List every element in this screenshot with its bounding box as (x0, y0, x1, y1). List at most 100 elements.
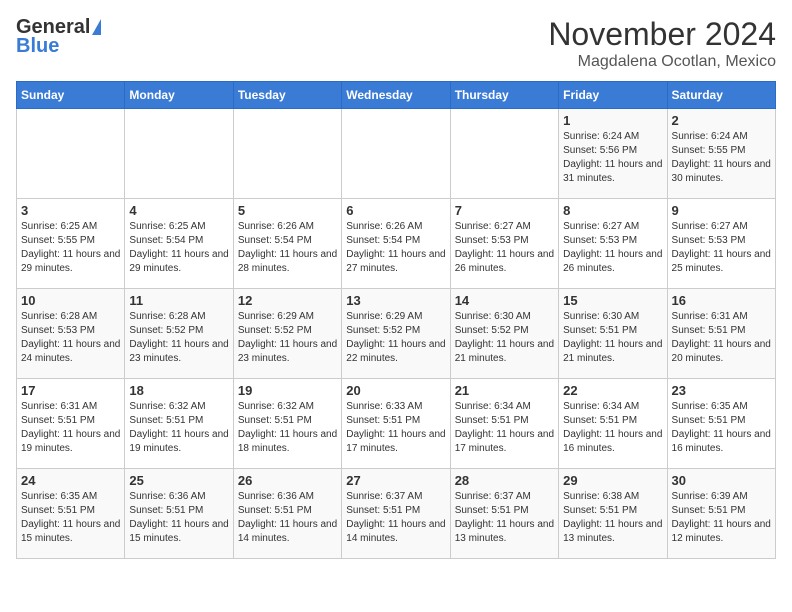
title-area: November 2024 Magdalena Ocotlan, Mexico (548, 16, 776, 71)
logo: General Blue (16, 16, 101, 58)
calendar-body: 1 Sunrise: 6:24 AMSunset: 5:56 PMDaylight… (17, 109, 776, 559)
cell-content: Sunrise: 6:27 AMSunset: 5:53 PMDaylight:… (455, 220, 554, 276)
calendar-table: SundayMondayTuesdayWednesdayThursdayFrid… (16, 81, 776, 559)
cell-content: Sunrise: 6:36 AMSunset: 5:51 PMDaylight:… (238, 490, 337, 546)
header-cell-monday: Monday (125, 82, 233, 109)
cell-content: Sunrise: 6:26 AMSunset: 5:54 PMDaylight:… (238, 220, 337, 276)
day-number: 17 (21, 383, 120, 398)
calendar-cell: 13 Sunrise: 6:29 AMSunset: 5:52 PMDayligh… (342, 289, 450, 379)
cell-content: Sunrise: 6:28 AMSunset: 5:52 PMDaylight:… (129, 310, 228, 366)
calendar-cell: 21 Sunrise: 6:34 AMSunset: 5:51 PMDayligh… (450, 379, 558, 469)
cell-content: Sunrise: 6:31 AMSunset: 5:51 PMDaylight:… (21, 400, 120, 456)
day-number: 24 (21, 473, 120, 488)
cell-content: Sunrise: 6:35 AMSunset: 5:51 PMDaylight:… (672, 400, 771, 456)
calendar-week-1: 1 Sunrise: 6:24 AMSunset: 5:56 PMDaylight… (17, 109, 776, 199)
cell-content: Sunrise: 6:29 AMSunset: 5:52 PMDaylight:… (238, 310, 337, 366)
day-number: 11 (129, 293, 228, 308)
calendar-cell (125, 109, 233, 199)
cell-content: Sunrise: 6:28 AMSunset: 5:53 PMDaylight:… (21, 310, 120, 366)
header-row: SundayMondayTuesdayWednesdayThursdayFrid… (17, 82, 776, 109)
day-number: 12 (238, 293, 337, 308)
day-number: 18 (129, 383, 228, 398)
calendar-cell: 29 Sunrise: 6:38 AMSunset: 5:51 PMDayligh… (559, 469, 667, 559)
calendar-cell: 26 Sunrise: 6:36 AMSunset: 5:51 PMDayligh… (233, 469, 341, 559)
calendar-cell: 11 Sunrise: 6:28 AMSunset: 5:52 PMDayligh… (125, 289, 233, 379)
cell-content: Sunrise: 6:38 AMSunset: 5:51 PMDaylight:… (563, 490, 662, 546)
cell-content: Sunrise: 6:29 AMSunset: 5:52 PMDaylight:… (346, 310, 445, 366)
calendar-cell (17, 109, 125, 199)
header-cell-friday: Friday (559, 82, 667, 109)
cell-content: Sunrise: 6:27 AMSunset: 5:53 PMDaylight:… (563, 220, 662, 276)
day-number: 5 (238, 203, 337, 218)
calendar-cell: 15 Sunrise: 6:30 AMSunset: 5:51 PMDayligh… (559, 289, 667, 379)
calendar-cell: 23 Sunrise: 6:35 AMSunset: 5:51 PMDayligh… (667, 379, 775, 469)
calendar-cell: 2 Sunrise: 6:24 AMSunset: 5:55 PMDaylight… (667, 109, 775, 199)
cell-content: Sunrise: 6:24 AMSunset: 5:56 PMDaylight:… (563, 130, 662, 186)
calendar-cell: 16 Sunrise: 6:31 AMSunset: 5:51 PMDayligh… (667, 289, 775, 379)
calendar-cell: 20Sunrise: 6:33 AMSunset: 5:51 PMDayligh… (342, 379, 450, 469)
day-number: 21 (455, 383, 554, 398)
calendar-cell: 24 Sunrise: 6:35 AMSunset: 5:51 PMDayligh… (17, 469, 125, 559)
cell-content: Sunrise: 6:30 AMSunset: 5:52 PMDaylight:… (455, 310, 554, 366)
calendar-week-5: 24 Sunrise: 6:35 AMSunset: 5:51 PMDayligh… (17, 469, 776, 559)
cell-content: Sunrise: 6:32 AMSunset: 5:51 PMDaylight:… (129, 400, 228, 456)
day-number: 16 (672, 293, 771, 308)
day-number: 4 (129, 203, 228, 218)
calendar-cell: 12 Sunrise: 6:29 AMSunset: 5:52 PMDayligh… (233, 289, 341, 379)
calendar-cell: 14Sunrise: 6:30 AMSunset: 5:52 PMDayligh… (450, 289, 558, 379)
day-number: 2 (672, 113, 771, 128)
calendar-cell: 25 Sunrise: 6:36 AMSunset: 5:51 PMDayligh… (125, 469, 233, 559)
cell-content: Sunrise: 6:24 AMSunset: 5:55 PMDaylight:… (672, 130, 771, 186)
calendar-cell (233, 109, 341, 199)
day-number: 27 (346, 473, 445, 488)
cell-content: Sunrise: 6:26 AMSunset: 5:54 PMDaylight:… (346, 220, 445, 276)
calendar-cell: 19Sunrise: 6:32 AMSunset: 5:51 PMDayligh… (233, 379, 341, 469)
day-number: 29 (563, 473, 662, 488)
header-cell-saturday: Saturday (667, 82, 775, 109)
calendar-cell: 8 Sunrise: 6:27 AMSunset: 5:53 PMDaylight… (559, 199, 667, 289)
day-number: 15 (563, 293, 662, 308)
calendar-cell: 22Sunrise: 6:34 AMSunset: 5:51 PMDayligh… (559, 379, 667, 469)
day-number: 8 (563, 203, 662, 218)
cell-content: Sunrise: 6:35 AMSunset: 5:51 PMDaylight:… (21, 490, 120, 546)
cell-content: Sunrise: 6:37 AMSunset: 5:51 PMDaylight:… (346, 490, 445, 546)
calendar-week-4: 17 Sunrise: 6:31 AMSunset: 5:51 PMDayligh… (17, 379, 776, 469)
cell-content: Sunrise: 6:32 AMSunset: 5:51 PMDaylight:… (238, 400, 337, 456)
day-number: 26 (238, 473, 337, 488)
day-number: 10 (21, 293, 120, 308)
day-number: 23 (672, 383, 771, 398)
calendar-header: SundayMondayTuesdayWednesdayThursdayFrid… (17, 82, 776, 109)
location-subtitle: Magdalena Ocotlan, Mexico (548, 53, 776, 71)
header-cell-thursday: Thursday (450, 82, 558, 109)
header-cell-tuesday: Tuesday (233, 82, 341, 109)
calendar-cell: 27 Sunrise: 6:37 AMSunset: 5:51 PMDayligh… (342, 469, 450, 559)
cell-content: Sunrise: 6:31 AMSunset: 5:51 PMDaylight:… (672, 310, 771, 366)
day-number: 13 (346, 293, 445, 308)
cell-content: Sunrise: 6:25 AMSunset: 5:55 PMDaylight:… (21, 220, 120, 276)
calendar-week-3: 10 Sunrise: 6:28 AMSunset: 5:53 PMDayligh… (17, 289, 776, 379)
cell-content: Sunrise: 6:34 AMSunset: 5:51 PMDaylight:… (563, 400, 662, 456)
calendar-cell: 6Sunrise: 6:26 AMSunset: 5:54 PMDaylight… (342, 199, 450, 289)
cell-content: Sunrise: 6:37 AMSunset: 5:51 PMDaylight:… (455, 490, 554, 546)
day-number: 20 (346, 383, 445, 398)
calendar-cell (450, 109, 558, 199)
cell-content: Sunrise: 6:34 AMSunset: 5:51 PMDaylight:… (455, 400, 554, 456)
day-number: 3 (21, 203, 120, 218)
calendar-cell (342, 109, 450, 199)
day-number: 9 (672, 203, 771, 218)
calendar-cell: 18 Sunrise: 6:32 AMSunset: 5:51 PMDayligh… (125, 379, 233, 469)
calendar-cell: 7 Sunrise: 6:27 AMSunset: 5:53 PMDaylight… (450, 199, 558, 289)
header-cell-wednesday: Wednesday (342, 82, 450, 109)
cell-content: Sunrise: 6:30 AMSunset: 5:51 PMDaylight:… (563, 310, 662, 366)
cell-content: Sunrise: 6:39 AMSunset: 5:51 PMDaylight:… (672, 490, 771, 546)
calendar-cell: 9Sunrise: 6:27 AMSunset: 5:53 PMDaylight… (667, 199, 775, 289)
calendar-cell: 3 Sunrise: 6:25 AMSunset: 5:55 PMDaylight… (17, 199, 125, 289)
calendar-week-2: 3 Sunrise: 6:25 AMSunset: 5:55 PMDaylight… (17, 199, 776, 289)
calendar-cell: 17 Sunrise: 6:31 AMSunset: 5:51 PMDayligh… (17, 379, 125, 469)
month-title: November 2024 (548, 16, 776, 53)
day-number: 7 (455, 203, 554, 218)
day-number: 1 (563, 113, 662, 128)
cell-content: Sunrise: 6:36 AMSunset: 5:51 PMDaylight:… (129, 490, 228, 546)
cell-content: Sunrise: 6:25 AMSunset: 5:54 PMDaylight:… (129, 220, 228, 276)
day-number: 25 (129, 473, 228, 488)
